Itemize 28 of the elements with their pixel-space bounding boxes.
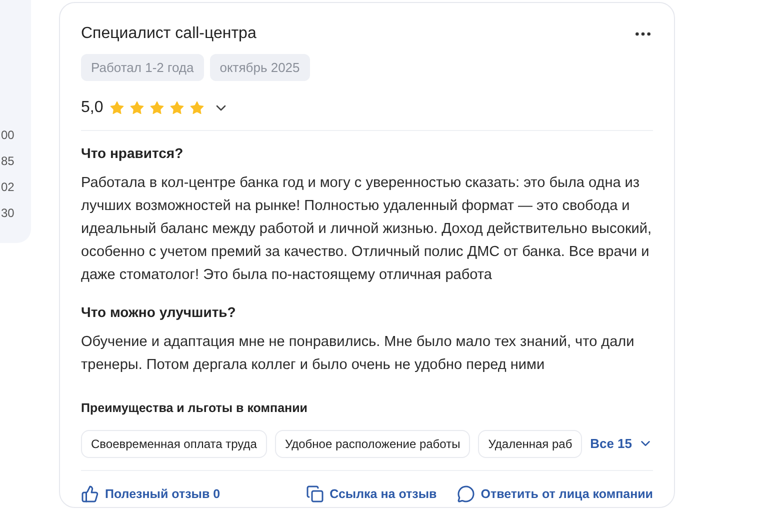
copy-icon xyxy=(306,485,324,504)
star-icon xyxy=(149,100,166,116)
benefits-heading: Преимущества и льготы в компании xyxy=(81,400,308,417)
action-link[interactable]: Ссылка на отзыв xyxy=(306,484,437,504)
side-value: 00 xyxy=(1,127,14,144)
action-link[interactable]: Полезный отзыв 0 xyxy=(81,484,220,504)
side-value: 30 xyxy=(1,205,14,222)
tag: октябрь 2025 xyxy=(210,54,310,81)
rating-value: 5,0 xyxy=(81,98,104,118)
star-icon xyxy=(169,100,186,116)
side-value: 85 xyxy=(1,153,14,170)
show-all-button[interactable]: Все 15 xyxy=(590,434,653,454)
review-title: Специалист call-центра xyxy=(81,24,256,44)
section-text: Обучение и адаптация мне не понравились. Мне было мало тех знаний, что дали тренеры. Потом дергала коллег и было очень не удобно перед ними xyxy=(81,333,636,375)
tag: Работал 1-2 года xyxy=(81,54,204,81)
thumbs-up-icon xyxy=(81,485,99,504)
benefit-chip: Удаленная раб xyxy=(478,430,582,458)
benefit-chip: Своевременная оплата труда xyxy=(81,430,267,458)
star-icon xyxy=(129,100,146,116)
section-heading: Что нравится? xyxy=(81,144,184,163)
benefit-chip: Удобное расположение работы xyxy=(274,430,470,458)
section-heading: Что можно улучшить? xyxy=(81,303,237,322)
section-text: Работала в кол-центре банка год и могу с уверенностью сказать: это была одна из лучших возможностей на рынке! Полностью удаленный формат — это свобода и идеальный баланс между работой и личной жизнью. Доход действительно высокий, особенно с учетом премий за качество. Отличный полис ДМС от банка. Все врачи и даже стоматолог! Это была по-настоящему отличная работа xyxy=(81,174,653,285)
action-link[interactable]: Ответить от лица компании xyxy=(456,484,653,504)
star-icon xyxy=(189,100,206,116)
star-icon xyxy=(109,100,126,116)
side-value: 02 xyxy=(1,179,14,196)
speech-bubble-icon xyxy=(456,485,475,504)
